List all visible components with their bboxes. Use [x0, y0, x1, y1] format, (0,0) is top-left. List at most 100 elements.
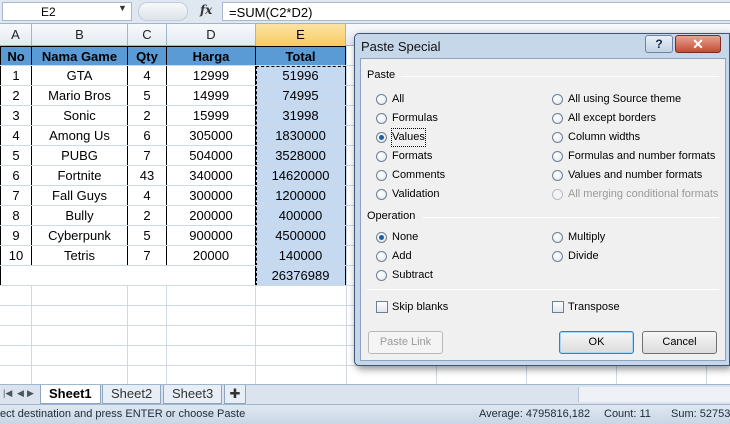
column-header-c[interactable]: C [128, 24, 167, 46]
table-cell-qty[interactable]: 43 [128, 166, 167, 186]
insert-sheet-icon[interactable]: ✚ [224, 385, 246, 404]
help-button[interactable]: ? [645, 35, 673, 53]
table-cell-no[interactable]: 2 [0, 86, 32, 106]
table-cell-total[interactable]: 51996 [256, 66, 346, 86]
table-cell-qty[interactable]: 6 [128, 126, 167, 146]
radio-button[interactable] [552, 151, 563, 162]
table-cell-no[interactable]: 8 [0, 206, 32, 226]
table-cell-name[interactable]: Among Us [32, 126, 128, 146]
horizontal-scrollbar[interactable] [578, 387, 730, 402]
table-cell-name[interactable]: Fall Guys [32, 186, 128, 206]
radio-button[interactable] [552, 94, 563, 105]
radio-button[interactable] [376, 270, 387, 281]
table-cell-qty[interactable]: 2 [128, 106, 167, 126]
formula-bar-splitter[interactable] [138, 2, 188, 21]
cancel-button[interactable]: Cancel [642, 331, 717, 354]
formula-input[interactable]: =SUM(C2*D2) [222, 2, 730, 21]
table-cell-qty[interactable]: 4 [128, 66, 167, 86]
table-cell-price[interactable]: 14999 [167, 86, 256, 106]
table-cell-total[interactable]: 1830000 [256, 126, 346, 146]
column-header-a[interactable]: A [0, 24, 32, 46]
radio-label: Multiply [568, 231, 606, 243]
table-cell-total[interactable]: 74995 [256, 86, 346, 106]
tab-sheet1[interactable]: Sheet1 [40, 385, 101, 404]
table-cell-name[interactable]: Fortnite [32, 166, 128, 186]
table-cell-name[interactable]: Tetris [32, 246, 128, 266]
table-cell-name[interactable]: Mario Bros [32, 86, 128, 106]
radio-button[interactable] [552, 113, 563, 124]
table-cell-name[interactable]: PUBG [32, 146, 128, 166]
header-cell-qty[interactable]: Qty [128, 46, 167, 66]
tab-sheet2[interactable]: Sheet2 [102, 385, 162, 404]
table-cell-no[interactable]: 10 [0, 246, 32, 266]
table-cell-name[interactable]: Cyberpunk [32, 226, 128, 246]
table-cell-qty[interactable]: 7 [128, 246, 167, 266]
radio-button[interactable] [376, 251, 387, 262]
table-cell-qty[interactable]: 4 [128, 186, 167, 206]
radio-button[interactable] [552, 170, 563, 181]
table-cell-name[interactable]: Sonic [32, 106, 128, 126]
next-sheet-icon[interactable]: ▶ [27, 388, 34, 399]
first-sheet-icon[interactable]: |◀ [3, 388, 12, 399]
table-cell-name[interactable]: GTA [32, 66, 128, 86]
table-cell-no[interactable]: 6 [0, 166, 32, 186]
transpose-box[interactable] [552, 301, 564, 313]
radio-button[interactable] [552, 132, 563, 143]
tab-sheet3[interactable]: Sheet3 [163, 385, 223, 404]
table-cell-total[interactable]: 14620000 [256, 166, 346, 186]
table-cell-qty[interactable]: 5 [128, 86, 167, 106]
close-button[interactable]: ✕ [675, 35, 721, 53]
previous-sheet-icon[interactable]: ◀ [17, 388, 24, 399]
skip-blanks-box[interactable] [376, 301, 388, 313]
table-cell-total[interactable]: 1200000 [256, 186, 346, 206]
table-cell-price[interactable]: 305000 [167, 126, 256, 146]
table-cell-total[interactable]: 31998 [256, 106, 346, 126]
table-cell-price[interactable]: 20000 [167, 246, 256, 266]
name-box[interactable]: E2 [2, 2, 132, 21]
table-cell-price[interactable]: 504000 [167, 146, 256, 166]
radio-button[interactable] [552, 232, 563, 243]
table-cell-price[interactable]: 200000 [167, 206, 256, 226]
radio-button[interactable] [376, 232, 387, 243]
table-cell-price[interactable]: 300000 [167, 186, 256, 206]
table-cell-no[interactable]: 4 [0, 126, 32, 146]
radio-button[interactable] [552, 251, 563, 262]
radio-button[interactable] [376, 132, 387, 143]
table-cell-total[interactable]: 400000 [256, 206, 346, 226]
table-cell-no[interactable]: 3 [0, 106, 32, 126]
column-header-e[interactable]: E [256, 24, 346, 46]
radio-button[interactable] [376, 151, 387, 162]
table-cell-price[interactable]: 340000 [167, 166, 256, 186]
name-box-dropdown-icon[interactable]: ▼ [118, 3, 127, 13]
table-cell-price[interactable]: 15999 [167, 106, 256, 126]
table-cell-qty[interactable]: 5 [128, 226, 167, 246]
status-sum: Sum: 527539 [671, 408, 730, 420]
radio-button[interactable] [376, 113, 387, 124]
ok-button[interactable]: OK [559, 331, 634, 354]
table-cell-no[interactable]: 5 [0, 146, 32, 166]
radio-button[interactable] [376, 189, 387, 200]
table-cell-price[interactable]: 900000 [167, 226, 256, 246]
radio-button[interactable] [376, 170, 387, 181]
blank-total-row-cell[interactable] [0, 266, 256, 286]
table-cell-total[interactable]: 3528000 [256, 146, 346, 166]
table-cell-qty[interactable]: 7 [128, 146, 167, 166]
table-cell-total[interactable]: 140000 [256, 246, 346, 266]
insert-function-icon[interactable]: fx [200, 3, 212, 17]
header-cell-no[interactable]: No [0, 46, 32, 66]
column-header-d[interactable]: D [167, 24, 256, 46]
header-cell-total[interactable]: Total [256, 46, 346, 66]
radio-button[interactable] [376, 94, 387, 105]
header-cell-price[interactable]: Harga [167, 46, 256, 66]
header-cell-name[interactable]: Nama Game [32, 46, 128, 66]
table-cell-no[interactable]: 7 [0, 186, 32, 206]
table-cell-qty[interactable]: 2 [128, 206, 167, 226]
grand-total-cell[interactable]: 26376989 [256, 266, 346, 286]
table-cell-total[interactable]: 4500000 [256, 226, 346, 246]
table-cell-no[interactable]: 9 [0, 226, 32, 246]
column-header-b[interactable]: B [32, 24, 128, 46]
table-cell-price[interactable]: 12999 [167, 66, 256, 86]
table-cell-no[interactable]: 1 [0, 66, 32, 86]
paste-link-button[interactable]: Paste Link [368, 331, 443, 354]
table-cell-name[interactable]: Bully [32, 206, 128, 226]
